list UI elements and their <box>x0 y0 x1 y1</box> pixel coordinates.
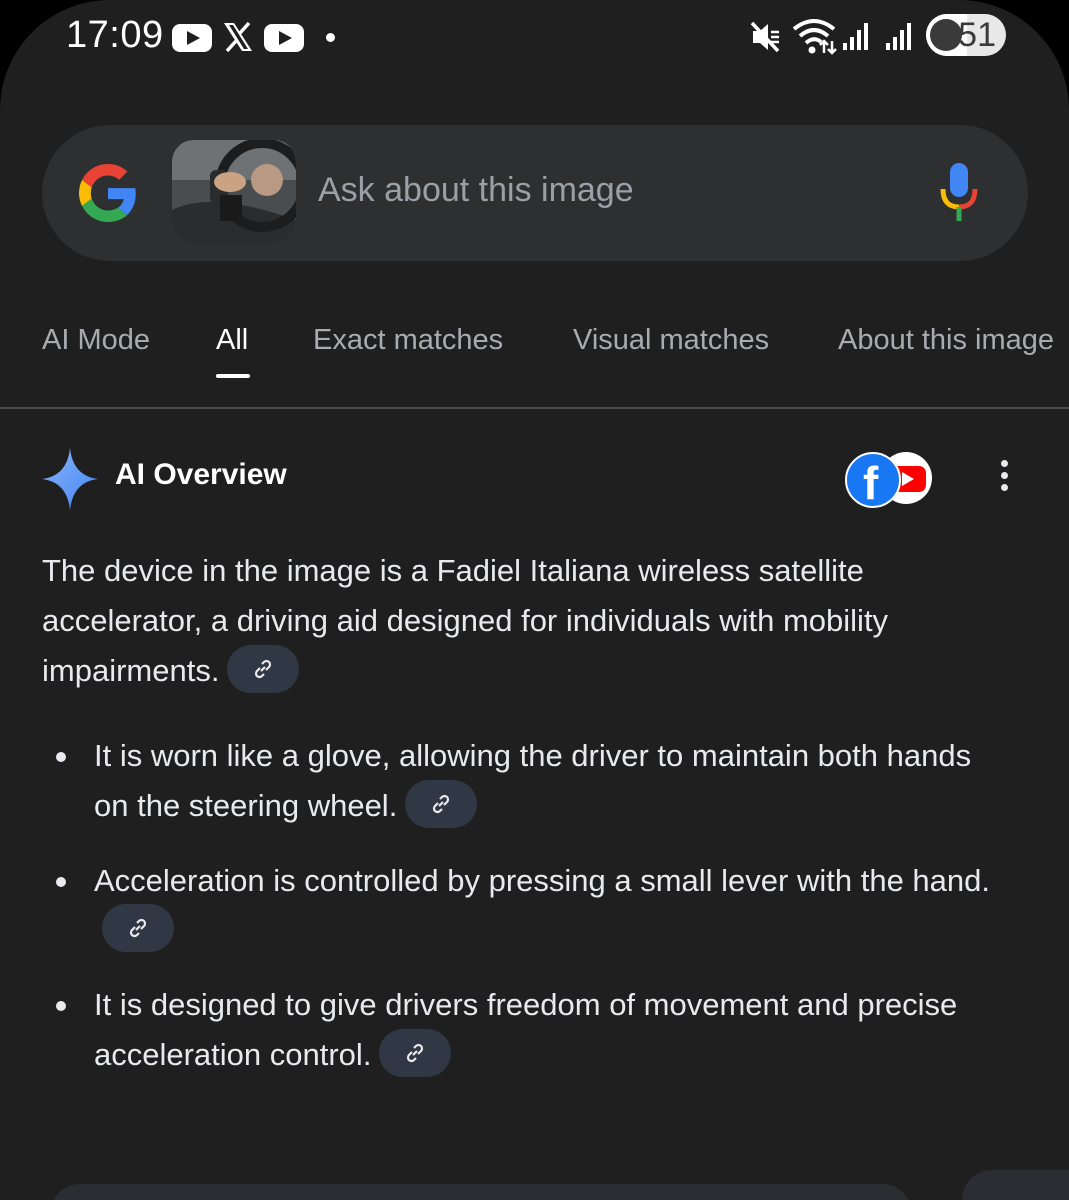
tab-all[interactable]: All <box>216 324 248 357</box>
facebook-icon[interactable]: f <box>845 452 901 509</box>
follow-up-card[interactable] <box>962 1170 1069 1200</box>
signal-icon <box>886 23 911 50</box>
mute-icon <box>750 21 780 53</box>
search-input[interactable]: Ask about this image <box>318 171 634 210</box>
source-link-button[interactable] <box>102 904 174 953</box>
link-icon <box>255 659 272 678</box>
more-options-icon[interactable] <box>994 460 1014 500</box>
link-icon <box>129 919 147 938</box>
list-item: Acceleration is controlled by pressing a… <box>56 856 1032 957</box>
dot-icon <box>326 33 335 42</box>
search-bar[interactable]: Ask about this image <box>42 125 1028 261</box>
tab-visual-matches[interactable]: Visual matches <box>573 324 769 357</box>
phone-screen: 17:09 51 Ask about this image AI Mode Al… <box>0 0 1069 1200</box>
gemini-sparkle-icon <box>42 448 98 510</box>
youtube-icon <box>172 24 212 52</box>
source-link-button[interactable] <box>227 644 300 693</box>
wifi-icon <box>792 19 837 55</box>
source-link-button[interactable] <box>379 1029 452 1078</box>
tab-exact-matches[interactable]: Exact matches <box>313 324 503 357</box>
mic-icon[interactable] <box>940 163 978 223</box>
car-interior-photo <box>172 140 296 244</box>
youtube-icon <box>264 24 304 52</box>
tab-ai-mode[interactable]: AI Mode <box>42 324 150 357</box>
list-item: It is designed to give drivers freedom o… <box>56 980 1032 1081</box>
google-g-logo <box>79 164 136 222</box>
status-bar: 17:09 51 <box>0 0 1069 75</box>
ai-overview-title: AI Overview <box>115 458 287 491</box>
ai-overview-summary: The device in the image is a Fadiel Ital… <box>42 546 1032 697</box>
status-clock: 17:09 <box>66 14 164 56</box>
battery-percent: 51 <box>958 16 996 54</box>
list-item: It is worn like a glove, allowing the dr… <box>56 731 1032 832</box>
tab-about-this-image[interactable]: About this image <box>838 324 1054 357</box>
search-tabs: AI Mode All Exact matches Visual matches… <box>0 300 1069 409</box>
battery-indicator: 51 <box>926 14 1006 56</box>
ai-overview-body: The device in the image is a Fadiel Ital… <box>42 546 1032 1105</box>
source-link-button[interactable] <box>405 779 478 828</box>
ai-overview-bullets: It is worn like a glove, allowing the dr… <box>42 731 1032 1081</box>
query-image-thumbnail[interactable] <box>172 140 296 244</box>
x-icon <box>224 21 252 53</box>
follow-up-card[interactable] <box>50 1184 912 1200</box>
active-tab-indicator <box>216 374 250 378</box>
link-icon <box>407 1044 424 1063</box>
signal-icon <box>843 23 868 50</box>
link-icon <box>433 794 450 813</box>
ai-overview-header: AI Overview f <box>0 440 1069 520</box>
